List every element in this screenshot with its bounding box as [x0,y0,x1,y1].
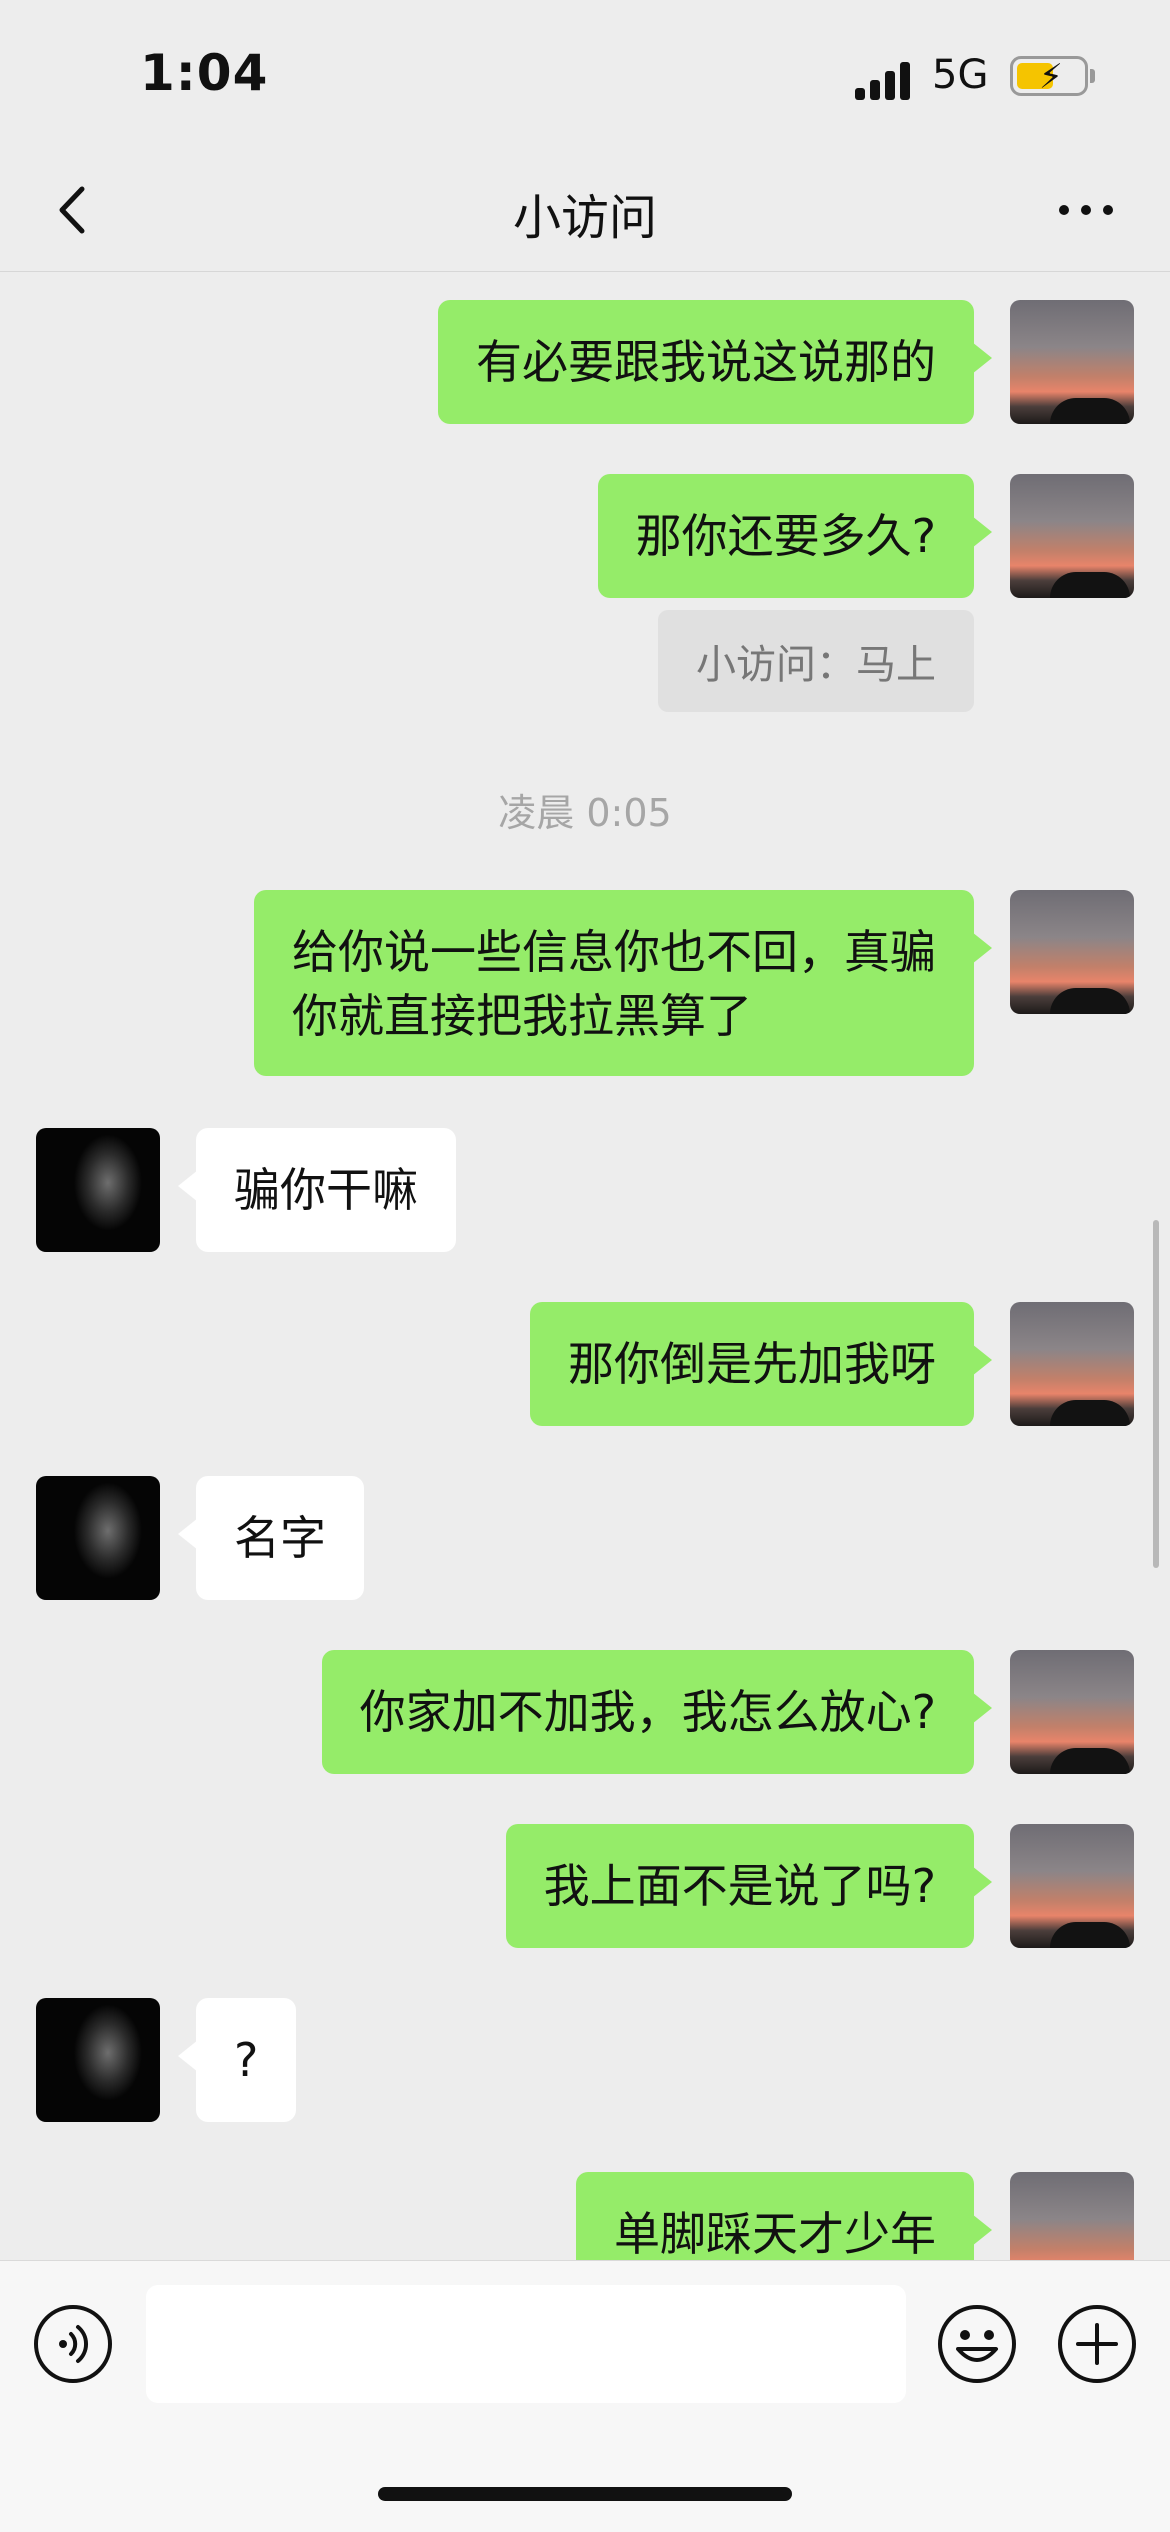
chat-screen: 1:04 5G ⚡ 小访问 有必要跟我说这说那的 那你还要多久? 小访问：马上 … [0,0,1170,2532]
voice-icon [34,2305,112,2383]
signal-strength-icon [855,60,915,100]
emoji-icon [938,2305,1016,2383]
voice-button[interactable] [32,2303,114,2385]
more-functions-button[interactable] [1056,2303,1138,2385]
chat-title: 小访问 [512,190,657,246]
contact-avatar[interactable] [36,1998,160,2122]
message-bubble-outgoing[interactable]: 单脚踩天才少年 [576,2172,992,2260]
status-time: 1:04 [140,44,269,102]
more-button[interactable] [1050,180,1130,240]
message-input[interactable] [146,2285,906,2403]
my-avatar[interactable] [1010,1302,1134,1426]
input-bar [0,2260,1170,2532]
network-type: 5G [932,52,989,98]
message-list[interactable]: 有必要跟我说这说那的 那你还要多久? 小访问：马上 凌晨 0:05 给你说一些信… [0,272,1170,2260]
home-indicator[interactable] [378,2487,792,2501]
message-bubble-incoming[interactable]: 名字 [178,1476,364,1600]
timestamp: 凌晨 0:05 [498,791,672,835]
my-avatar[interactable] [1010,1650,1134,1774]
message-bubble-outgoing[interactable]: 你家加不加我，我怎么放心? [321,1650,993,1774]
my-avatar[interactable] [1010,474,1134,598]
message-bubble-outgoing[interactable]: 我上面不是说了吗? [505,1824,993,1948]
message-bubble-incoming[interactable]: ? [177,1998,297,2122]
more-horizontal-icon [1059,205,1113,215]
my-avatar[interactable] [1010,300,1134,424]
quoted-reply[interactable]: 小访问：马上 [658,610,974,712]
emoji-button[interactable] [936,2303,1018,2385]
message-bubble-outgoing[interactable]: 给你说一些信息你也不回，真骗 你就直接把我拉黑算了 [254,890,992,1076]
message-bubble-outgoing[interactable]: 有必要跟我说这说那的 [438,300,992,424]
my-avatar[interactable] [1010,2172,1134,2260]
nav-bar: 小访问 [0,150,1170,272]
message-bubble-incoming[interactable]: 骗你干嘛 [178,1128,456,1252]
status-bar: 1:04 5G ⚡ [0,0,1170,150]
contact-avatar[interactable] [36,1128,160,1252]
plus-icon [1058,2305,1136,2383]
message-bubble-outgoing[interactable]: 那你还要多久? [597,474,993,598]
battery-icon: ⚡ [1010,56,1088,97]
battery-tip [1090,69,1095,83]
message-bubble-outgoing[interactable]: 那你倒是先加我呀 [530,1302,992,1426]
scrollbar[interactable] [1153,1220,1159,1568]
contact-avatar[interactable] [36,1476,160,1600]
my-avatar[interactable] [1010,890,1134,1014]
my-avatar[interactable] [1010,1824,1134,1948]
